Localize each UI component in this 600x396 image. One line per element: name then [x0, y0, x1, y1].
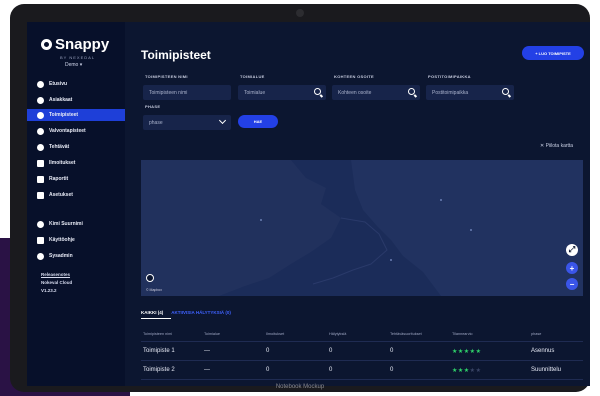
cloud-label: Nokeval Cloud: [41, 280, 73, 285]
laptop-frame: Snappy BY NEXEDAL Demo ▾ Etusivu Asiakka…: [10, 4, 590, 392]
location-name[interactable]: Toimipiste 2: [143, 367, 175, 373]
home-icon: [37, 80, 44, 88]
main-content: Toimipisteet + LUO TOIMIPISTE TOIMIPISTE…: [125, 22, 590, 386]
sidebar-item-raportit[interactable]: Raportit: [27, 173, 125, 185]
user-icon: [37, 220, 44, 228]
users-icon: [37, 96, 44, 104]
location-icon: [37, 111, 44, 119]
sidebar-item-ilmoitukset[interactable]: Ilmoitukset: [27, 157, 125, 169]
star-icon: ★: [475, 368, 482, 374]
alarms-cell: 0: [329, 367, 333, 373]
monitor-icon: [37, 127, 44, 135]
name-filter-input[interactable]: Toimipisteen nimi: [143, 85, 231, 100]
account-selector[interactable]: Demo ▾: [65, 62, 82, 68]
sidebar-item-asetukset[interactable]: Asetukset: [27, 189, 125, 201]
search-icon[interactable]: [408, 88, 415, 95]
sidebar-item-tehtavat[interactable]: Tehtävät: [27, 141, 125, 153]
address-filter-label: KOHTEEN OSOITE: [334, 74, 374, 79]
version-label: V1.23.2: [41, 288, 57, 293]
area-filter-input[interactable]: Toimialue: [238, 85, 326, 100]
phase-cell: Suunnittelu: [531, 367, 562, 373]
sidebar-item-valvontapisteet[interactable]: Valvontapisteet: [27, 125, 125, 137]
page-title: Toimipisteet: [141, 48, 211, 62]
table-row[interactable]: Toimipiste 1 — 0 0 0 ★★★★★ Asennus: [141, 343, 583, 361]
app-screen: Snappy BY NEXEDAL Demo ▾ Etusivu Asiakka…: [27, 22, 590, 386]
name-filter-label: TOIMIPISTEEN NIMI: [145, 74, 188, 79]
city-filter-input[interactable]: Postitoimipaikka: [426, 85, 514, 100]
phase-select[interactable]: phase: [143, 115, 231, 130]
table-header: Toimipisteen nimi Toimialue Ilmoitukset …: [141, 332, 583, 342]
notices-cell: 0: [266, 367, 270, 373]
city-filter-label: POSTITOIMIPAIKKA: [428, 74, 471, 79]
city-marker: [470, 229, 472, 231]
alarms-cell: 0: [329, 348, 333, 354]
bell-icon: [37, 159, 44, 167]
city-marker: [390, 259, 392, 261]
rating-stars: ★★★★★: [452, 367, 481, 374]
search-icon[interactable]: [314, 88, 321, 95]
address-filter-input[interactable]: Kohteen osoite: [332, 85, 420, 100]
map-attribution: © Mapbox: [146, 288, 163, 292]
zoom-in-icon[interactable]: +: [566, 262, 578, 274]
tab-active-alarms[interactable]: AKTIIVISIA HÄLYTYKSIÄ (0): [171, 310, 231, 315]
column-header[interactable]: Hälytyksiä: [329, 332, 346, 336]
map-locate-icon[interactable]: [146, 274, 154, 282]
tasks-cell: 0: [390, 348, 394, 354]
search-icon[interactable]: [502, 88, 509, 95]
column-header[interactable]: Tehtäväsuoritukset: [390, 332, 422, 336]
column-header[interactable]: Toimialue: [204, 332, 220, 336]
city-marker: [440, 199, 442, 201]
sidebar: Snappy BY NEXEDAL Demo ▾ Etusivu Asiakka…: [27, 22, 125, 386]
search-button[interactable]: HAE: [238, 115, 278, 128]
logo-icon: [41, 39, 52, 50]
sidebar-item-kayttoohje[interactable]: Käyttöohje: [27, 234, 125, 246]
zoom-out-icon[interactable]: −: [566, 278, 578, 290]
column-header[interactable]: Ilmoitukset: [266, 332, 284, 336]
area-cell: —: [204, 367, 210, 373]
tasks-cell: 0: [390, 367, 394, 373]
gear-icon: [37, 252, 44, 260]
create-location-button[interactable]: + LUO TOIMIPISTE: [522, 46, 584, 60]
active-tab-indicator: [141, 318, 171, 319]
release-notes-link[interactable]: Releasenotes: [41, 272, 70, 277]
sidebar-item-asiakkaat[interactable]: Asiakkaat: [27, 94, 125, 106]
result-tabs: KAIKKI (4) AKTIIVISIA HÄLYTYKSIÄ (0): [141, 310, 231, 315]
brand-subtitle: BY NEXEDAL: [60, 55, 96, 60]
star-icon: ★: [475, 349, 482, 355]
area-cell: —: [204, 348, 210, 354]
sidebar-item-user[interactable]: Kimi Suurnimi: [27, 218, 125, 230]
column-header[interactable]: Toimipisteen nimi: [143, 332, 172, 336]
sidebar-item-toimipisteet[interactable]: Toimipisteet: [27, 109, 125, 121]
sidebar-item-sysadmin[interactable]: Sysadmin: [27, 250, 125, 262]
phase-cell: Asennus: [531, 348, 555, 354]
map-view[interactable]: © Mapbox ⤢ + −: [141, 160, 583, 296]
settings-icon: [37, 191, 44, 199]
table-row[interactable]: Toimipiste 2 — 0 0 0 ★★★★★ Suunnittelu: [141, 362, 583, 380]
chevron-down-icon: [218, 116, 227, 125]
map-graphic: [141, 160, 583, 296]
device-label: Notebook Mockup: [275, 384, 325, 390]
brand-logo[interactable]: Snappy: [41, 36, 109, 53]
phase-filter-label: PHASE: [145, 104, 161, 109]
notices-cell: 0: [266, 348, 270, 354]
rating-stars: ★★★★★: [452, 348, 481, 355]
column-header[interactable]: Tilannearvio: [452, 332, 473, 336]
area-filter-label: TOIMIALUE: [240, 74, 265, 79]
location-name[interactable]: Toimipiste 1: [143, 348, 175, 354]
clock-icon: [37, 143, 44, 151]
chart-icon: [37, 175, 44, 183]
help-icon: [37, 236, 44, 244]
column-header[interactable]: phase: [531, 332, 541, 336]
tab-all[interactable]: KAIKKI (4): [141, 310, 163, 315]
city-marker: [260, 219, 262, 221]
hide-map-button[interactable]: ✕ Piilota kartta: [540, 143, 573, 149]
fullscreen-icon[interactable]: ⤢: [566, 244, 578, 256]
camera-icon: [296, 9, 304, 17]
sidebar-item-etusivu[interactable]: Etusivu: [27, 78, 125, 90]
